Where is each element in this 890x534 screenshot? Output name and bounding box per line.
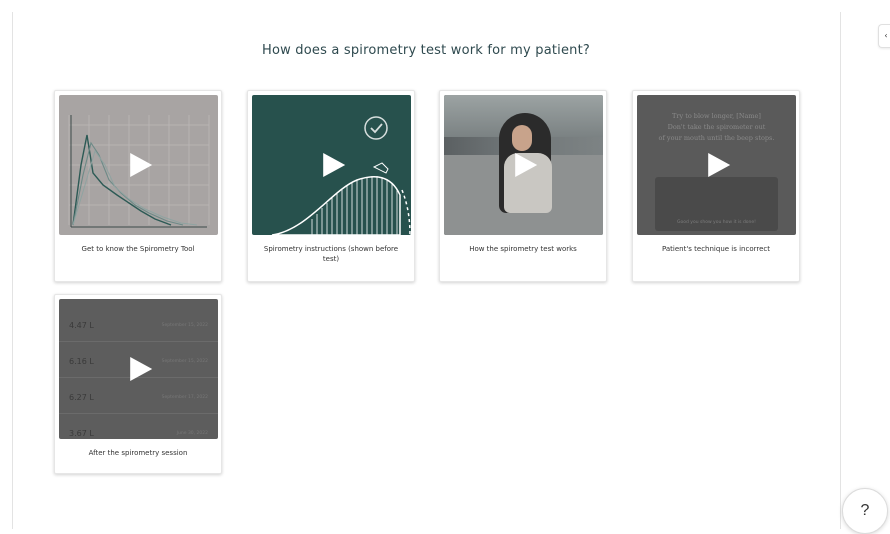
video-caption: Get to know the Spirometry Tool	[81, 245, 195, 253]
video-thumbnail[interactable]	[59, 95, 218, 235]
result-value: 3.67 L	[69, 429, 94, 438]
video-caption: After the spirometry session	[88, 449, 188, 457]
play-icon[interactable]	[514, 153, 537, 177]
video-card-spirometry-tool[interactable]: Get to know the Spirometry Tool	[54, 90, 222, 282]
page-title: How does a spirometry test work for my p…	[261, 43, 591, 58]
collapse-icon[interactable]: ‹	[878, 24, 890, 48]
video-thumbnail[interactable]	[444, 95, 603, 235]
overlay-line: Don't take the spirometer out	[667, 123, 766, 131]
play-icon[interactable]	[129, 357, 152, 381]
video-card-after-session[interactable]: 4.47 L September 15, 2022 6.16 L Septemb…	[54, 294, 222, 474]
video-caption: Spirometry instructions (shown before te…	[263, 245, 399, 263]
overlay-line: Try to blow longer, [Name]	[672, 112, 761, 120]
photo-person-face	[512, 125, 532, 151]
result-date: September 17, 2022	[161, 395, 208, 400]
result-value: 6.16 L	[69, 357, 94, 366]
play-icon[interactable]	[707, 153, 730, 177]
result-value: 4.47 L	[69, 321, 94, 330]
video-card-spirometry-instructions[interactable]: Spirometry instructions (shown before te…	[247, 90, 415, 282]
result-row: 3.67 L June 30, 2022	[59, 419, 218, 439]
overlay-text: Try to blow longer, [Name] Don't take th…	[645, 111, 788, 144]
result-date: June 30, 2022	[176, 431, 208, 436]
result-date: September 15, 2022	[161, 323, 208, 328]
play-icon[interactable]	[129, 153, 152, 177]
video-caption: How the spirometry test works	[469, 245, 577, 253]
play-icon[interactable]	[322, 153, 345, 177]
result-date: September 15, 2022	[161, 359, 208, 364]
video-thumbnail[interactable]: Try to blow longer, [Name] Don't take th…	[637, 95, 796, 235]
inner-video-frame: Good you show you how it is done!	[655, 177, 778, 231]
video-thumbnail[interactable]: 4.47 L September 15, 2022 6.16 L Septemb…	[59, 299, 218, 439]
video-card-technique-incorrect[interactable]: Try to blow longer, [Name] Don't take th…	[632, 90, 800, 282]
video-caption: Patient's technique is incorrect	[661, 245, 770, 253]
check-circle-icon	[364, 116, 388, 140]
result-row: 6.27 L September 17, 2022	[59, 383, 218, 414]
overlay-line: of your mouth until the beep stops.	[658, 134, 775, 142]
video-card-how-test-works[interactable]: How the spirometry test works	[439, 90, 607, 282]
result-row: 4.47 L September 15, 2022	[59, 311, 218, 342]
help-icon[interactable]: ?	[842, 488, 888, 534]
inner-video-caption: Good you show you how it is done!	[677, 220, 756, 225]
right-divider	[840, 12, 841, 529]
left-divider	[12, 12, 13, 529]
result-value: 6.27 L	[69, 393, 94, 402]
video-thumbnail[interactable]	[252, 95, 411, 235]
